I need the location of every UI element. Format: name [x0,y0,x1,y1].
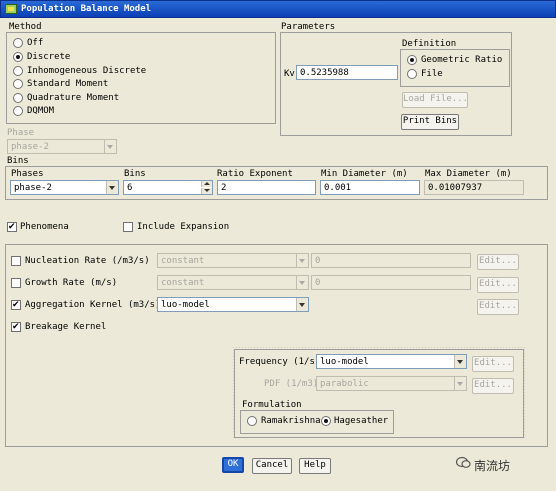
method-radio-quadrature-moment[interactable] [13,93,23,103]
formulation-label: Formulation [242,400,302,410]
kv-input[interactable]: 0.5235988 [296,65,398,80]
formulation-radio-ramakrishna[interactable] [247,416,257,426]
frequency-value: luo-model [320,357,369,367]
help-button[interactable]: Help [299,458,331,474]
bins-phases-combo[interactable]: phase-2 [10,180,119,195]
watermark: 南流坊 [456,456,511,474]
spin-down-icon[interactable] [201,188,212,194]
bins-count-spinner[interactable]: 6 [123,180,213,195]
aggregation-label: Aggregation Kernel (m3/s) [25,300,161,310]
chevron-down-icon [296,298,308,311]
method-label: Method [9,22,42,32]
frequency-combo[interactable]: luo-model [316,354,467,369]
ratio-exponent-input[interactable]: 2 [217,180,316,195]
aggregation-edit-button: Edit... [477,299,519,315]
cancel-button[interactable]: Cancel [252,458,292,474]
method-option-inhomogeneous: Inhomogeneous Discrete [27,66,147,76]
bins-header-max-diameter: Max Diameter (m) [425,169,512,179]
aggregation-checkbox[interactable] [11,300,21,310]
chevron-down-icon [104,140,116,153]
pdf-value: parabolic [320,379,369,389]
growth-method: constant [161,278,205,288]
phenomena-label: Phenomena [20,222,69,232]
bins-header-phases: Phases [11,169,44,179]
definition-label: Definition [402,39,457,49]
window-title: Population Balance Model [21,4,152,14]
include-expansion-label: Include Expansion [137,222,230,232]
watermark-text: 南流坊 [474,459,511,473]
app-icon [5,4,17,14]
chevron-down-icon [454,355,466,368]
pdf-label: PDF (1/m3) [264,379,319,389]
method-radio-inhomogeneous[interactable] [13,66,23,76]
definition-radio-file[interactable] [407,69,417,79]
bins-count-value: 6 [127,183,133,193]
chevron-down-icon [296,276,308,289]
definition-option-geometric: Geometric Ratio [421,55,503,65]
breakage-label: Breakage Kernel [25,322,107,332]
phase-combo-value: phase-2 [11,142,49,152]
nucleation-value: 0 [311,253,471,268]
nucleation-combo: constant [157,253,309,268]
frequency-label: Frequency (1/s) [239,357,321,367]
method-option-standard-moment: Standard Moment [27,79,109,89]
kv-label: Kv [284,69,295,79]
method-option-discrete: Discrete [27,52,71,62]
growth-label: Growth Rate (m/s) [25,278,118,288]
print-bins-button[interactable]: Print Bins [401,114,459,130]
chevron-down-icon [454,377,466,390]
growth-checkbox[interactable] [11,278,21,288]
definition-option-file: File [421,69,443,79]
formulation-option-hagesather: Hagesather [334,416,389,426]
chevron-down-icon [106,181,118,194]
formulation-radio-hagesather[interactable] [321,416,331,426]
phenomena-checkbox[interactable] [7,222,17,232]
definition-radio-geometric[interactable] [407,55,417,65]
growth-value: 0 [311,275,471,290]
parameters-label: Parameters [281,22,336,32]
bins-header-ratio: Ratio Exponent [217,169,293,179]
title-bar: Population Balance Model [0,0,556,18]
growth-edit-button: Edit... [477,277,519,293]
chevron-down-icon [296,254,308,267]
ok-button[interactable]: OK [222,457,244,473]
aggregation-combo[interactable]: luo-model [157,297,309,312]
bins-header-min-diameter: Min Diameter (m) [321,169,408,179]
nucleation-checkbox[interactable] [11,256,21,266]
include-expansion-checkbox[interactable] [123,222,133,232]
method-option-off: Off [27,38,44,48]
bins-header-bins: Bins [124,169,146,179]
nucleation-edit-button: Edit... [477,254,519,270]
max-diameter-input: 0.01007937 [424,180,524,195]
method-option-dqmom: DQMOM [27,106,55,116]
spin-up-icon[interactable] [201,181,212,187]
frequency-edit-button: Edit... [472,356,514,372]
method-radio-standard-moment[interactable] [13,79,23,89]
load-file-button[interactable]: Load File... [402,92,468,108]
min-diameter-input[interactable]: 0.001 [320,180,420,195]
phase-label: Phase [7,128,35,138]
nucleation-label: Nucleation Rate (/m3/s) [25,256,150,266]
wechat-icon [456,456,471,468]
method-radio-discrete[interactable] [13,52,23,62]
growth-combo: constant [157,275,309,290]
method-option-quadrature-moment: Quadrature Moment [27,93,120,103]
aggregation-method: luo-model [161,300,210,310]
bins-phases-value: phase-2 [14,183,52,193]
method-radio-dqmom[interactable] [13,106,23,116]
bins-label: Bins [7,156,29,166]
formulation-option-ramakrishna: Ramakrishna [261,416,321,426]
method-radio-off[interactable] [13,38,23,48]
breakage-checkbox[interactable] [11,322,21,332]
pdf-combo: parabolic [316,376,467,391]
phase-combo[interactable]: phase-2 [7,139,117,154]
pdf-edit-button: Edit... [472,378,514,394]
nucleation-method: constant [161,256,205,266]
